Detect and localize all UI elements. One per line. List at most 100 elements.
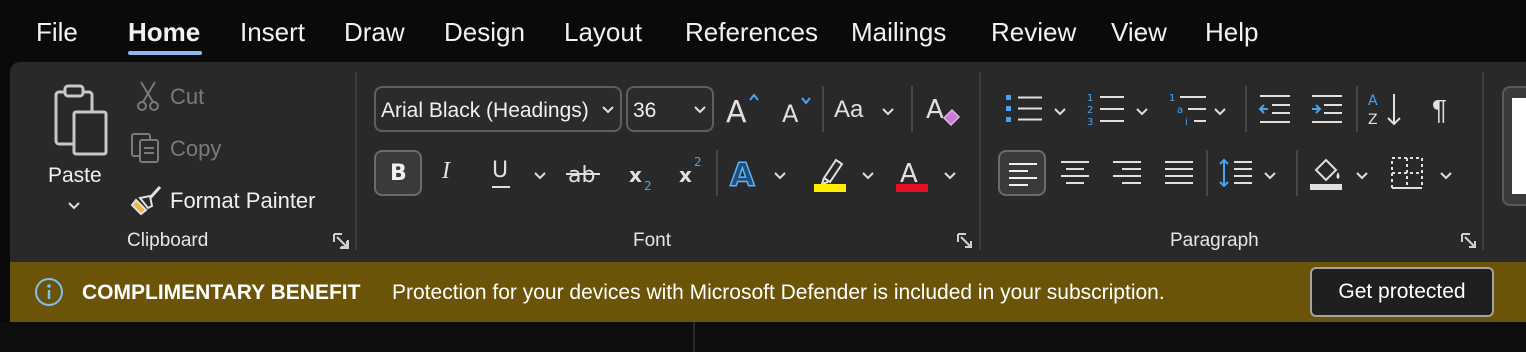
svg-text:1: 1: [1087, 93, 1093, 104]
tab-review[interactable]: Review: [991, 17, 1076, 48]
chevron-down-icon[interactable]: [68, 202, 80, 210]
svg-text:ab: ab: [568, 163, 595, 188]
chevron-down-icon[interactable]: [1356, 172, 1368, 180]
format-painter-label: Format Painter: [170, 188, 316, 213]
decrease-indent-icon[interactable]: [1258, 94, 1292, 124]
svg-text:1: 1: [1169, 93, 1175, 104]
font-color-swatch: [896, 184, 928, 192]
font-name-value: Arial Black (Headings): [381, 99, 589, 122]
underline-button[interactable]: U: [490, 158, 514, 192]
active-tab-indicator: [128, 51, 202, 55]
tab-view[interactable]: View: [1111, 17, 1167, 48]
shrink-font-icon[interactable]: A: [780, 94, 814, 126]
chevron-down-icon[interactable]: [774, 172, 786, 180]
chevron-down-icon[interactable]: [1136, 108, 1148, 116]
justify-icon[interactable]: [1164, 160, 1194, 186]
tab-file[interactable]: File: [36, 17, 78, 48]
svg-text:A: A: [726, 95, 747, 126]
paintbrush-icon: [130, 185, 162, 216]
text-effects-icon[interactable]: A: [728, 154, 764, 192]
ribbon-tabs: File Home Insert Draw Design Layout Refe…: [0, 0, 1526, 62]
chevron-down-icon[interactable]: [534, 172, 546, 180]
grow-font-icon[interactable]: A: [724, 90, 762, 126]
italic-icon[interactable]: I: [442, 158, 450, 185]
tab-insert[interactable]: Insert: [240, 17, 305, 48]
paste-icon: [54, 84, 108, 156]
tab-layout[interactable]: Layout: [564, 17, 642, 48]
increase-indent-icon[interactable]: [1310, 94, 1344, 124]
chevron-down-icon[interactable]: [1264, 172, 1276, 180]
tab-help[interactable]: Help: [1205, 17, 1258, 48]
font-dialog-launcher-icon[interactable]: [956, 232, 974, 250]
bold-button[interactable]: B: [374, 150, 422, 196]
superscript-icon[interactable]: x 2: [678, 154, 708, 186]
svg-text:A: A: [1368, 93, 1378, 109]
shading-icon[interactable]: [1308, 154, 1346, 192]
highlighter-icon[interactable]: [810, 154, 852, 194]
tab-references[interactable]: References: [685, 17, 818, 48]
font-name-dropdown[interactable]: Arial Black (Headings): [374, 86, 622, 132]
group-separator: [979, 72, 981, 250]
chevron-down-icon[interactable]: [862, 172, 874, 180]
svg-text:i: i: [1185, 117, 1188, 128]
svg-text:A: A: [782, 100, 799, 126]
paste-button[interactable]: Paste: [42, 76, 112, 210]
svg-text:x: x: [679, 163, 692, 186]
message-bar-text: Protection for your devices with Microso…: [392, 281, 1165, 304]
font-color-icon[interactable]: A: [894, 154, 932, 194]
chevron-down-icon[interactable]: [1214, 108, 1226, 116]
chevron-down-icon: [602, 106, 614, 114]
get-protected-button[interactable]: Get protected: [1310, 267, 1494, 317]
paragraph-dialog-launcher-icon[interactable]: [1460, 232, 1478, 250]
chevron-down-icon[interactable]: [1054, 108, 1066, 116]
align-left-button[interactable]: [998, 150, 1046, 196]
pane-divider: [693, 322, 695, 352]
font-size-dropdown[interactable]: 36: [626, 86, 714, 132]
line-spacing-icon[interactable]: [1218, 156, 1254, 190]
tab-home[interactable]: Home: [128, 17, 200, 48]
paste-label: Paste: [48, 164, 102, 187]
chevron-down-icon[interactable]: [944, 172, 956, 180]
multilevel-list-icon[interactable]: 1 a i: [1168, 90, 1208, 128]
align-left-icon: [1009, 163, 1037, 186]
subscript-icon[interactable]: x 2: [628, 160, 658, 192]
sort-icon[interactable]: A Z: [1366, 90, 1406, 128]
svg-text:A: A: [730, 156, 755, 192]
strikethrough-icon[interactable]: ab: [566, 158, 602, 188]
clear-formatting-icon[interactable]: A: [924, 90, 962, 128]
bullets-icon[interactable]: [1004, 92, 1044, 126]
paragraph-group-label: Paragraph: [1170, 230, 1259, 251]
group-separator: [355, 72, 357, 250]
toolbar-divider: [822, 86, 824, 132]
numbering-icon[interactable]: 1 2 3: [1086, 90, 1126, 128]
tab-draw[interactable]: Draw: [344, 17, 405, 48]
copy-button[interactable]: Copy: [128, 130, 248, 166]
shading-color-swatch: [1310, 184, 1342, 190]
ribbon: Paste Cut Copy Format Painter Clipboard: [10, 62, 1526, 262]
bold-icon: B: [390, 161, 407, 186]
chevron-down-icon[interactable]: [1440, 172, 1452, 180]
tab-mailings[interactable]: Mailings: [851, 17, 946, 48]
font-size-value: 36: [633, 99, 657, 122]
chevron-down-icon[interactable]: [882, 108, 894, 116]
format-painter-button[interactable]: Format Painter: [128, 182, 338, 218]
scissors-icon: [137, 81, 159, 111]
toolbar-divider: [1296, 150, 1298, 196]
clipboard-group-label: Clipboard: [127, 230, 209, 251]
styles-gallery[interactable]: [1502, 86, 1526, 206]
change-case-button[interactable]: Aa: [834, 96, 863, 124]
svg-text:a: a: [1177, 105, 1183, 116]
align-right-icon[interactable]: [1112, 160, 1142, 186]
cut-button[interactable]: Cut: [132, 78, 242, 114]
font-group-label: Font: [633, 230, 672, 251]
underline-bar: [492, 186, 510, 188]
style-preview[interactable]: [1512, 98, 1526, 194]
align-center-icon[interactable]: [1060, 160, 1090, 186]
show-formatting-marks-button[interactable]: ¶: [1432, 94, 1447, 126]
document-area: [0, 322, 1526, 352]
svg-text:x: x: [629, 163, 642, 187]
message-bar: COMPLIMENTARY BENEFIT Protection for you…: [10, 262, 1526, 322]
clipboard-dialog-launcher-icon[interactable]: [332, 232, 350, 250]
borders-icon[interactable]: [1390, 156, 1424, 190]
tab-design[interactable]: Design: [444, 17, 525, 48]
